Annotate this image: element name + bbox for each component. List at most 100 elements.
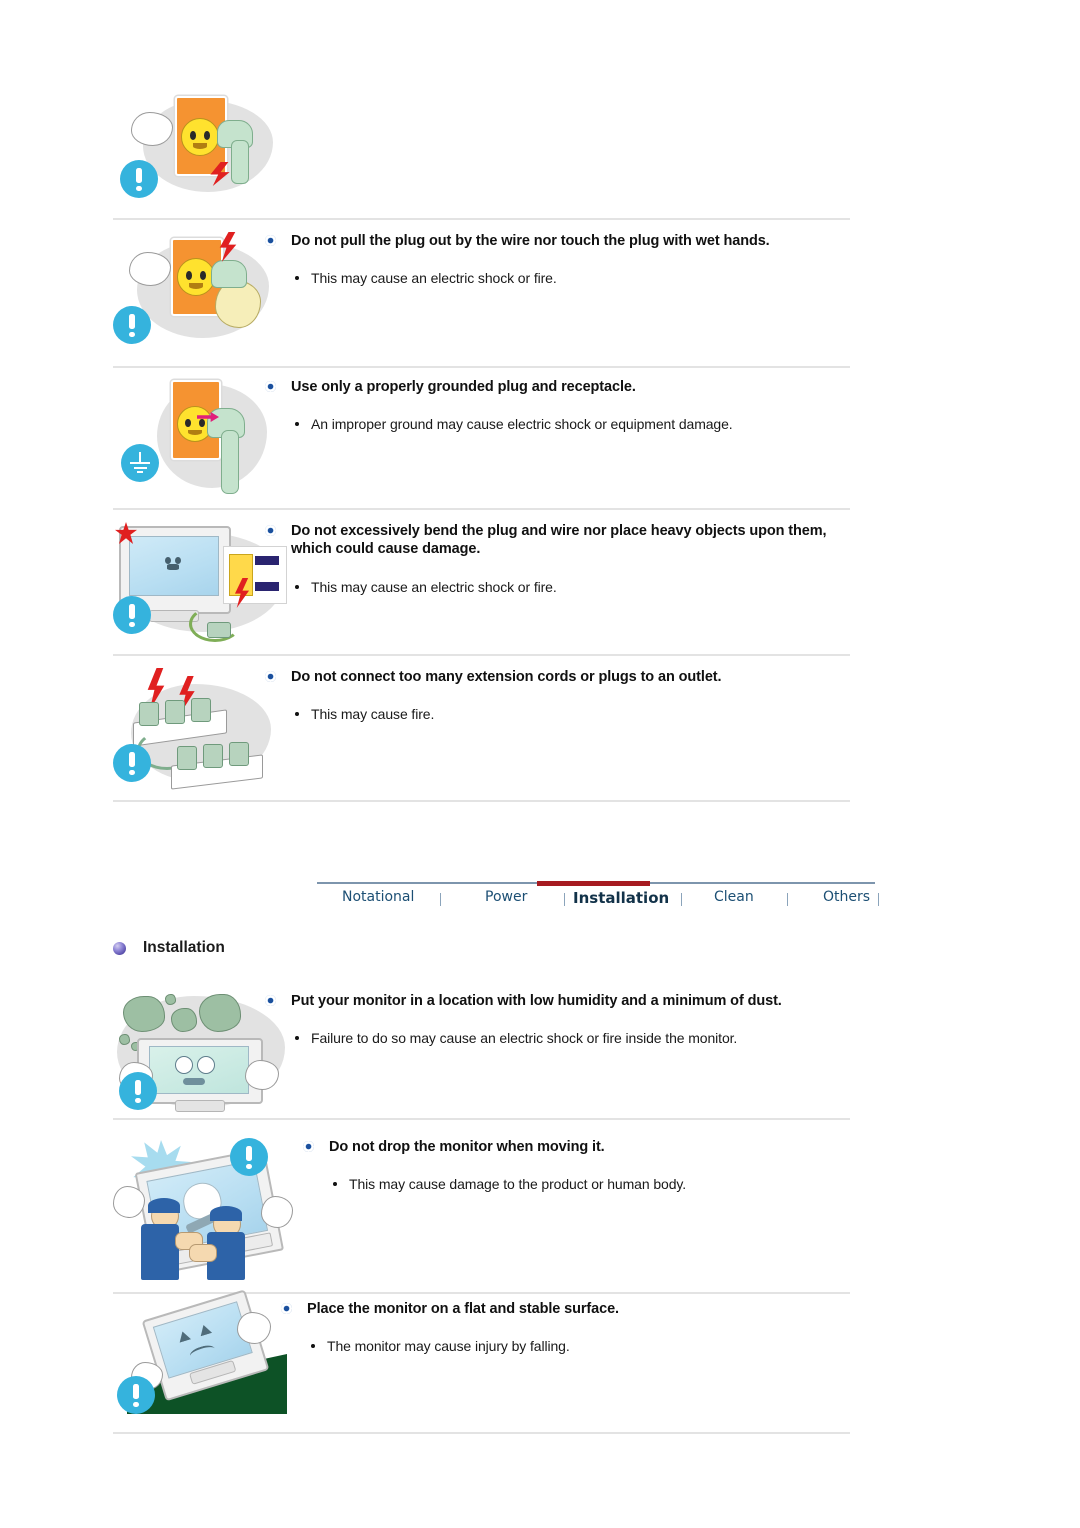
copy-area: Do not connect too many extension cords … — [265, 668, 850, 723]
safety-note: An improper ground may cause electric sh… — [265, 415, 850, 433]
safety-heading-text: Do not excessively bend the plug and wir… — [291, 523, 827, 557]
blue-ground-symbol-badge — [121, 444, 159, 482]
blue-ring-bullet-icon — [265, 671, 276, 682]
exclamation-dot — [136, 185, 142, 192]
illustration-area — [113, 1132, 313, 1290]
section-divider — [113, 654, 850, 656]
bullet-dot-icon — [295, 1036, 299, 1040]
face-mouth — [167, 564, 179, 570]
section-divider — [113, 1118, 850, 1120]
exclamation-bar — [136, 168, 142, 183]
blue-exclamation-badge — [119, 1072, 157, 1110]
bullet-dot-icon — [295, 422, 299, 426]
bullet-dot-icon — [333, 1182, 337, 1186]
face-eye-left — [189, 131, 197, 140]
blue-ring-bullet-icon — [303, 1141, 314, 1152]
blue-exclamation-badge — [113, 596, 151, 634]
safety-note-text: This may cause fire. — [311, 706, 435, 722]
page-title-text: Installation — [143, 939, 225, 956]
exclamation-dot — [133, 1401, 139, 1408]
safety-note-text: An improper ground may cause electric sh… — [311, 416, 733, 432]
copy-area: Do not drop the monitor when moving it. … — [303, 1132, 850, 1193]
blue-ring-bullet-icon — [265, 995, 276, 1006]
safety-note: This may cause an electric shock or fire… — [265, 578, 850, 596]
safety-heading-text: Do not pull the plug out by the wire nor… — [291, 233, 770, 249]
hand-right — [245, 1060, 279, 1090]
safety-note: The monitor may cause injury by falling. — [281, 1337, 850, 1355]
outlet-face — [177, 258, 215, 296]
bullet-dot-icon — [311, 1344, 315, 1348]
exclamation-bar — [135, 1080, 141, 1095]
safety-note-text: This may cause an electric shock or fire… — [311, 270, 557, 286]
safety-heading: Put your monitor in a location with low … — [265, 992, 850, 1010]
person-left-body — [141, 1224, 179, 1280]
tab-others[interactable]: Others — [823, 889, 870, 905]
exclamation-dot — [129, 621, 135, 628]
dust-cloud-1 — [123, 996, 165, 1032]
screen-eye-right — [197, 1056, 215, 1074]
plug-upper-2 — [165, 700, 185, 724]
exclamation-bar — [129, 314, 135, 329]
ground-bar-2 — [133, 466, 147, 469]
person-right-cap — [210, 1206, 242, 1221]
face-eye-left — [185, 271, 193, 280]
safety-block-wet-hands: Do not pull the plug out by the wire nor… — [113, 232, 850, 362]
plug-body — [211, 260, 247, 288]
tab-notational[interactable]: Notational — [342, 889, 414, 905]
copy-area: Do not pull the plug out by the wire nor… — [265, 232, 850, 287]
safety-heading: Do not pull the plug out by the wire nor… — [265, 232, 850, 250]
safety-note: This may cause damage to the product or … — [303, 1175, 850, 1193]
purple-orb-icon — [113, 942, 126, 955]
safety-block-do-not-drop: Do not drop the monitor when moving it. … — [113, 1132, 850, 1292]
safety-note-text: Failure to do so may cause an electric s… — [311, 1030, 738, 1046]
safety-block-flat-surface: Place the monitor on a flat and stable s… — [113, 1289, 850, 1420]
safety-heading-text: Do not drop the monitor when moving it. — [329, 1139, 605, 1155]
cord-connector — [207, 622, 231, 638]
safety-heading: Do not drop the monitor when moving it. — [303, 1138, 850, 1156]
safety-note: This may cause an electric shock or fire… — [265, 269, 850, 287]
active-tab-accent — [537, 881, 650, 886]
tab-separator — [787, 893, 788, 906]
tab-list: Notational Power Installation Clean Othe… — [317, 889, 879, 915]
exclamation-bar — [129, 604, 135, 619]
face-mouth — [188, 429, 202, 436]
tab-power[interactable]: Power — [485, 889, 527, 905]
safety-heading: Place the monitor on a flat and stable s… — [281, 1300, 850, 1318]
person-left-cap — [148, 1198, 180, 1213]
safety-heading-text: Put your monitor in a location with low … — [291, 993, 782, 1009]
tab-clean[interactable]: Clean — [714, 889, 754, 905]
page-title: Installation — [113, 938, 225, 958]
blue-ring-bullet-icon — [281, 1303, 292, 1314]
monitor-stand — [175, 1100, 225, 1112]
hand-right-outline — [261, 1196, 293, 1228]
copy-area: Place the monitor on a flat and stable s… — [281, 1300, 850, 1355]
blue-ring-bullet-icon — [265, 525, 276, 536]
safety-block-bend-plug: Do not excessively bend the plug and wir… — [113, 522, 850, 648]
safety-note: Failure to do so may cause an electric s… — [265, 1029, 850, 1047]
safety-note-text: This may cause damage to the product or … — [349, 1176, 687, 1192]
safety-note: This may cause fire. — [265, 705, 850, 723]
face-eye-right — [174, 556, 181, 565]
tab-separator — [440, 893, 441, 906]
safety-heading: Use only a properly grounded plug and re… — [265, 378, 850, 396]
screen-eye-left — [175, 1056, 193, 1074]
blue-exclamation-badge — [117, 1376, 155, 1414]
section-divider — [113, 218, 850, 220]
plug-upper-1 — [139, 702, 159, 726]
exclamation-bar — [246, 1146, 252, 1161]
exclamation-bar — [133, 1384, 139, 1399]
exclamation-dot — [246, 1163, 252, 1170]
dust-speck-2 — [119, 1034, 130, 1045]
exclamation-dot — [129, 331, 135, 338]
face-eye-left — [165, 556, 172, 565]
ground-bar-1 — [130, 462, 150, 465]
exclamation-dot — [129, 769, 135, 776]
face-mouth — [188, 283, 204, 289]
safety-heading-text: Place the monitor on a flat and stable s… — [307, 1301, 619, 1317]
section-divider — [113, 508, 850, 510]
illustration-grounded-plug — [133, 378, 283, 498]
exclamation-bar — [129, 752, 135, 767]
plug-lower-1 — [177, 746, 197, 770]
safety-heading: Do not excessively bend the plug and wir… — [265, 522, 850, 558]
tab-installation[interactable]: Installation — [573, 889, 669, 907]
